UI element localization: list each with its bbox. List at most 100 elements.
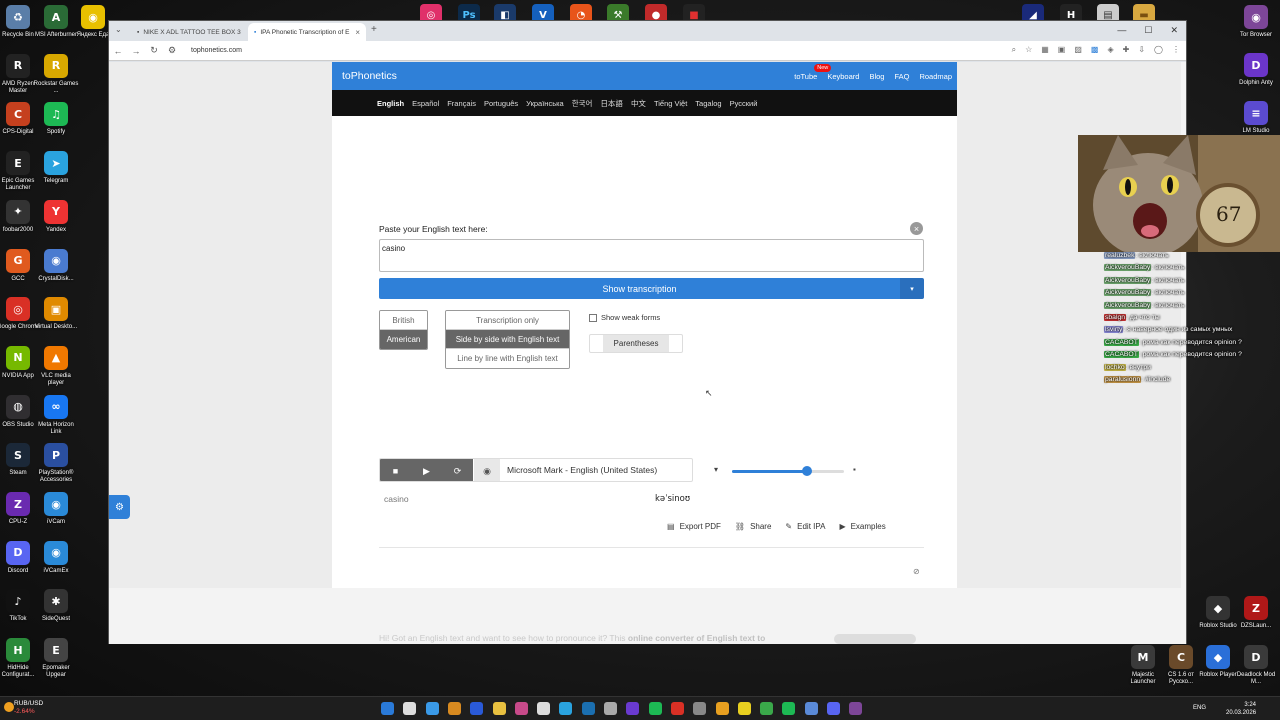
menu-icon[interactable]: ⋮ [1172, 45, 1180, 55]
search-icon[interactable] [403, 702, 417, 715]
speed-slider[interactable] [732, 466, 844, 476]
repeat-icon[interactable]: ⟳ [442, 459, 473, 481]
chat-username[interactable]: lsvirty [1104, 326, 1124, 334]
reload-icon[interactable]: ↻ [145, 45, 163, 56]
profile-icon[interactable]: ◯ [1154, 45, 1163, 55]
weak-forms-option[interactable]: Show weak forms [589, 313, 660, 322]
nav-blog[interactable]: Blog [869, 72, 884, 81]
tab-close-icon[interactable]: × [355, 28, 360, 37]
language-link[interactable]: 中文 [631, 98, 646, 109]
chat-username[interactable]: AickverouBaby [1104, 289, 1152, 297]
desktop-shortcut[interactable]: ▲ VLC media player [33, 345, 79, 387]
desktop-shortcut[interactable]: ▣ Virtual Deskto... [33, 297, 79, 331]
app-icon[interactable] [715, 702, 729, 715]
extensions-puzzle-icon[interactable]: ✚ [1123, 45, 1130, 55]
nav-roadmap[interactable]: Roadmap [919, 72, 952, 81]
nvidia-icon[interactable] [760, 702, 774, 715]
window-close-icon[interactable]: ✕ [1170, 25, 1178, 36]
telegram-icon[interactable] [559, 702, 573, 715]
desktop-shortcut[interactable]: ≡ LM Studio [1233, 101, 1279, 135]
folder-icon[interactable] [492, 702, 506, 715]
chat-username[interactable]: AickverouBaby [1104, 301, 1152, 309]
forward-icon[interactable]: → [127, 46, 145, 56]
clear-text-icon[interactable]: × [910, 222, 923, 235]
vscode-icon[interactable] [470, 702, 484, 715]
back-icon[interactable]: ← [109, 46, 127, 56]
tor-icon[interactable] [849, 702, 863, 715]
currency-ticker[interactable]: RUB/USD -2.64% [14, 700, 43, 716]
slow-speech-icon[interactable]: ▾ [714, 465, 718, 474]
desktop-shortcut[interactable]: ◉ iVCam [33, 492, 79, 526]
spotify-icon[interactable] [782, 702, 796, 715]
language-link[interactable]: Français [447, 99, 476, 108]
discord-icon[interactable] [827, 702, 840, 715]
chrome-icon[interactable] [670, 702, 684, 715]
yandex-icon[interactable] [737, 702, 751, 715]
chat-username[interactable]: CACABOT [1104, 338, 1139, 346]
desktop-shortcut[interactable]: D Deadlock Mod M... [1233, 645, 1279, 686]
play-icon[interactable]: ▶ [411, 459, 442, 481]
minimize-icon[interactable]: — [1117, 25, 1126, 36]
fast-speech-icon[interactable]: ▪ [853, 465, 856, 474]
download-icon[interactable]: ⇩ [1138, 45, 1145, 55]
language-link[interactable]: Русский [730, 99, 758, 108]
extension-icon[interactable]: ▣ [1058, 45, 1066, 55]
voice-select[interactable]: Microsoft Mark - English (United States) [507, 465, 657, 475]
steam-icon[interactable] [581, 702, 595, 715]
input-language[interactable]: ENG [1193, 705, 1206, 711]
desktop-shortcut[interactable]: ◉ iVCamEx [33, 540, 79, 575]
extension-icon[interactable]: ▦ [1041, 45, 1049, 55]
desktop-shortcut[interactable]: ◉ Tor Browser [1233, 5, 1279, 39]
site-logo[interactable]: toPhonetics [342, 70, 397, 82]
english-text-input[interactable]: casino [379, 239, 924, 272]
tab-nike[interactable]: ▪ NIKE X ADL TATTOO TEE BOX 3 × [131, 23, 243, 41]
language-link[interactable]: 日本語 [600, 98, 623, 109]
start-icon[interactable] [381, 702, 394, 715]
language-link[interactable]: Tiếng Việt [654, 99, 687, 108]
desktop-shortcut[interactable]: ♫ Spotify [33, 102, 79, 136]
language-link[interactable]: English [377, 99, 404, 108]
language-link[interactable]: Tagalog [695, 99, 721, 108]
desktop-shortcut[interactable]: ✱ SideQuest [33, 589, 79, 623]
desktop-shortcut[interactable]: R Rockstar Games ... [33, 53, 79, 95]
url-field[interactable]: tophonetics.com [191, 47, 242, 54]
faded-button[interactable] [834, 634, 916, 644]
maximize-icon[interactable]: ☐ [1144, 25, 1152, 36]
extension-icon[interactable]: ▨ [1074, 45, 1082, 55]
extension-icon[interactable]: ◈ [1107, 45, 1113, 55]
app-icon[interactable] [514, 702, 528, 715]
new-tab-button[interactable]: + [371, 24, 377, 35]
desktop-shortcut[interactable]: Y Yandex [33, 199, 79, 234]
parentheses-button[interactable]: Parentheses [589, 334, 683, 353]
voice-person-icon[interactable]: ◉ [474, 459, 500, 481]
stop-icon[interactable]: ■ [380, 459, 411, 481]
chat-username[interactable]: paralusionn [1104, 376, 1142, 384]
result-ipa-word[interactable]: kəˈsinoʊ [655, 494, 690, 504]
extension-icon[interactable]: ▩ [1091, 45, 1099, 55]
speed-slider-handle[interactable] [802, 466, 813, 476]
site-info-icon[interactable]: ⚙ [163, 45, 181, 56]
weak-forms-checkbox[interactable] [589, 313, 597, 322]
desktop-shortcut[interactable]: ∞ Meta Horizon Link [33, 394, 79, 436]
chat-username[interactable]: AickverouBaby [1104, 264, 1152, 272]
show-options-caret-icon[interactable]: ▾ [900, 278, 924, 299]
obs-icon[interactable] [626, 702, 640, 715]
desktop-shortcut[interactable]: E Epomaker Upgear [33, 638, 79, 679]
spotify-icon[interactable] [648, 702, 662, 715]
output-mode-option[interactable]: Side by side with English text [446, 330, 569, 349]
output-mode-option[interactable]: Transcription only [446, 311, 569, 330]
language-link[interactable]: Português [484, 99, 518, 108]
accent-option[interactable]: American [380, 330, 427, 349]
system-clock[interactable]: 3:24 20.03.2026 [1226, 701, 1256, 717]
language-link[interactable]: 한국어 [572, 98, 593, 109]
desktop-shortcut[interactable]: D Dolphin Anty [1233, 53, 1279, 87]
desktop-shortcut[interactable]: Z DZSLaun... [1233, 596, 1279, 630]
chat-username[interactable]: sbalgn [1104, 314, 1127, 322]
share-button[interactable]: ⛓ Share [735, 522, 772, 531]
settings-small-icon[interactable]: ⊘ [913, 567, 920, 576]
explorer-icon[interactable] [447, 702, 461, 715]
chat-username[interactable]: realuzbek [1104, 252, 1136, 259]
language-link[interactable]: Українська [526, 99, 564, 108]
widgets-icon[interactable] [425, 702, 439, 715]
edit-ipa-button[interactable]: ✎ Edit IPA [785, 522, 825, 531]
